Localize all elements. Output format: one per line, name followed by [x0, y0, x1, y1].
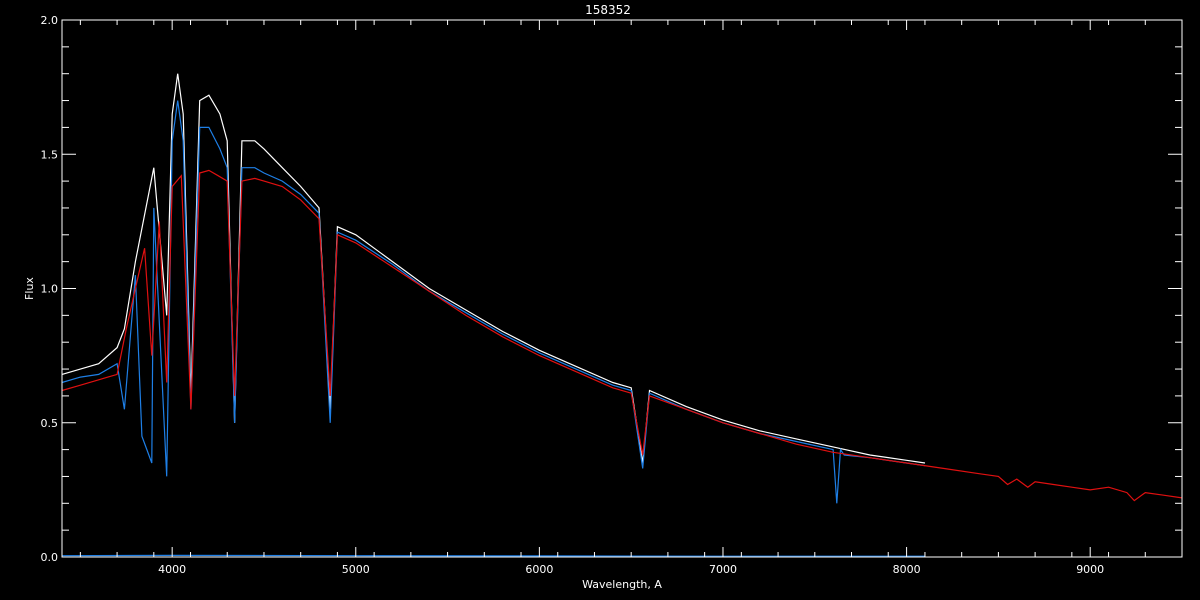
y-axis-title: Flux	[23, 277, 36, 300]
x-tick-label: 9000	[1076, 563, 1104, 576]
y-tick-label: 1.5	[41, 148, 59, 161]
spectrum-chart: 158352 4000 5000 6000 7000 8000 9000 0.0 0.5 1.…	[0, 0, 1200, 600]
x-tick-label: 6000	[525, 563, 553, 576]
chart-title: 158352	[585, 3, 631, 17]
x-tick-label: 4000	[158, 563, 186, 576]
x-tick-label: 8000	[893, 563, 921, 576]
x-tick-label: 5000	[342, 563, 370, 576]
y-tick-label: 1.0	[41, 283, 59, 296]
y-tick-label: 0.0	[41, 551, 59, 564]
x-tick-label: 7000	[709, 563, 737, 576]
x-axis-title: Wavelength, A	[582, 578, 662, 591]
y-tick-label: 0.5	[41, 417, 59, 430]
y-tick-label: 2.0	[41, 14, 59, 27]
